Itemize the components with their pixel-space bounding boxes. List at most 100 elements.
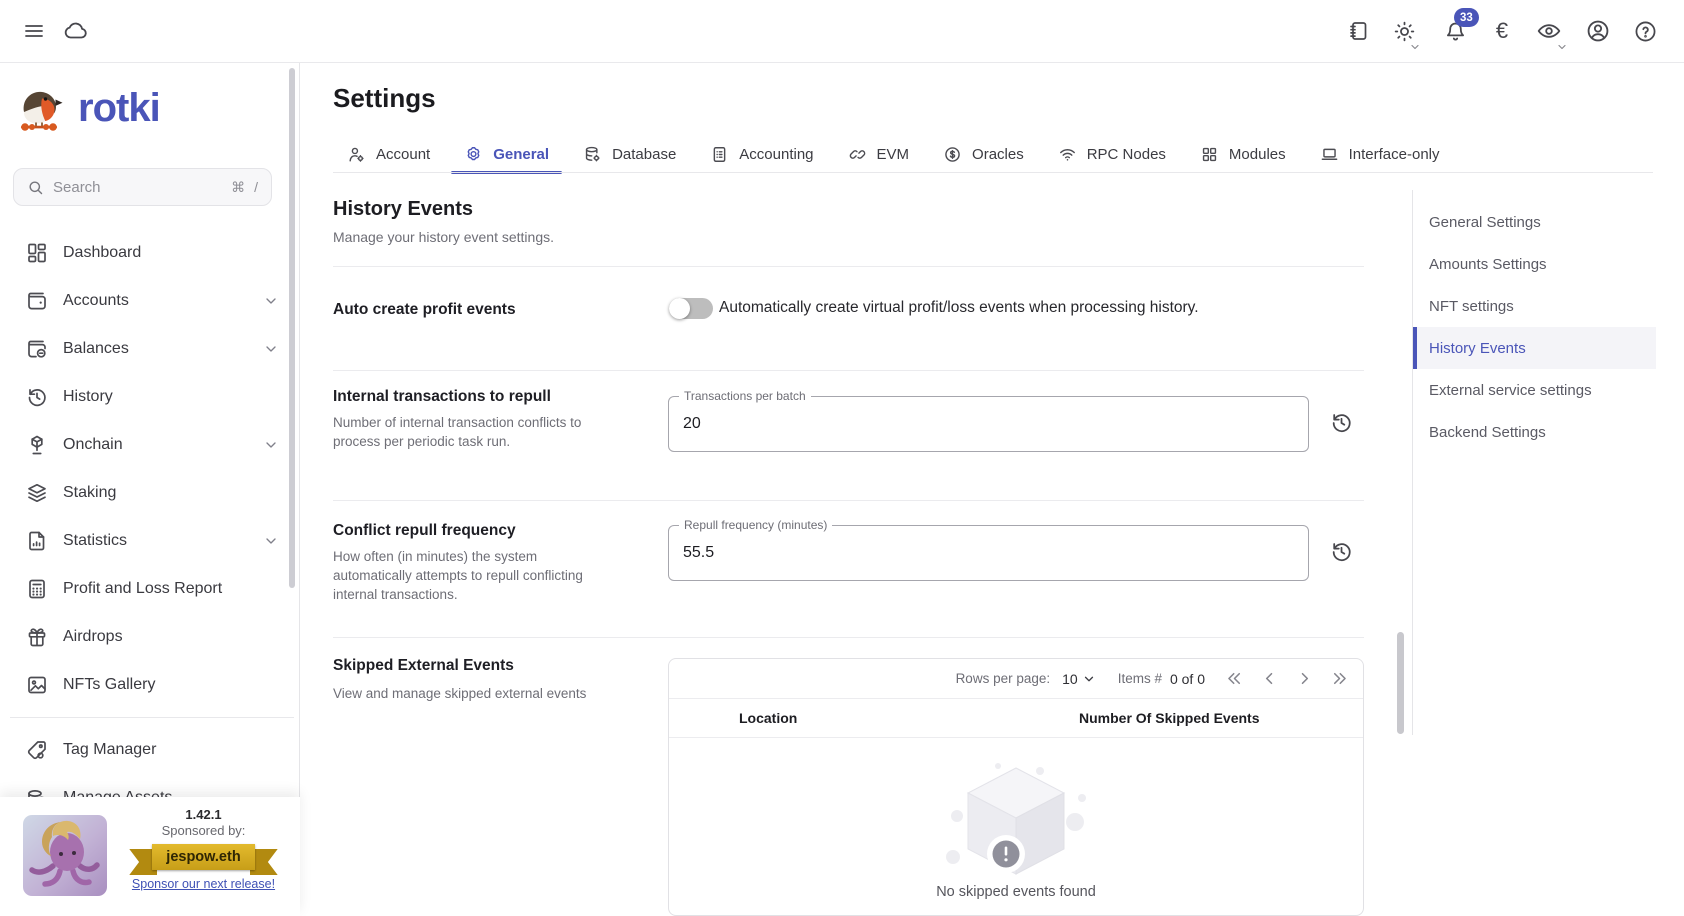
reset-repull-frequency-button[interactable] [1326, 536, 1356, 566]
search-box[interactable]: ⌘ / [13, 168, 272, 206]
sponsor-link[interactable]: Sponsor our next release! [107, 877, 300, 891]
skipped-events-label: Skipped External Events [333, 656, 623, 676]
settings-nav-backend[interactable]: Backend Settings [1413, 411, 1656, 453]
empty-box-icon [941, 758, 1091, 880]
sidebar-item-airdrops[interactable]: Airdrops [0, 613, 299, 661]
table-pagination: Rows per page: 10 Items # 0 of 0 [669, 659, 1363, 699]
sidebar-item-statistics[interactable]: Statistics [0, 517, 299, 565]
reset-history-icon [1329, 539, 1354, 564]
account-menu-button[interactable] [1584, 17, 1612, 45]
repull-frequency-label: Conflict repull frequency [333, 521, 623, 541]
settings-nav-nft[interactable]: NFT settings [1413, 285, 1656, 327]
tab-interface-only[interactable]: Interface-only [1303, 136, 1457, 172]
tab-account[interactable]: Account [330, 136, 447, 172]
tab-accounting[interactable]: Accounting [693, 136, 830, 172]
tab-oracles[interactable]: Oracles [926, 136, 1041, 172]
transactions-per-batch-field: Transactions per batch [668, 396, 1309, 452]
app-version: 1.42.1 [107, 807, 300, 822]
settings-nav-general[interactable]: General Settings [1413, 201, 1656, 243]
reset-transactions-per-batch-button[interactable] [1326, 407, 1356, 437]
auto-create-profit-events-label: Auto create profit events [333, 300, 623, 320]
notebook-icon [1346, 19, 1370, 43]
table-empty-state: No skipped events found [669, 758, 1363, 916]
tab-general[interactable]: General [447, 136, 566, 172]
sidebar-item-onchain[interactable]: Onchain [0, 421, 299, 469]
shortcut-cmd-key: ⌘ [231, 179, 245, 196]
rotki-bird-logo-icon [16, 85, 66, 131]
wallet-icon [25, 289, 49, 313]
sidebar-item-nfts-gallery[interactable]: NFTs Gallery [0, 661, 299, 709]
sidebar-item-label: Statistics [63, 532, 249, 550]
sponsored-by-label: Sponsored by: [107, 823, 300, 838]
tag-icon [25, 738, 49, 762]
rows-per-page-select[interactable]: 10 [1062, 671, 1096, 687]
tab-label: Database [612, 146, 676, 163]
empty-state-text: No skipped events found [669, 884, 1363, 900]
hamburger-icon [22, 19, 46, 43]
tab-database[interactable]: Database [566, 136, 693, 172]
column-header-location: Location [669, 710, 1079, 726]
layers-icon [25, 481, 49, 505]
previous-page-button[interactable] [1260, 669, 1279, 688]
tab-modules[interactable]: Modules [1183, 136, 1303, 172]
chevron-down-icon [263, 533, 279, 549]
hamburger-menu-button[interactable] [20, 17, 48, 45]
tab-label: Interface-only [1349, 146, 1440, 163]
repull-frequency-field: Repull frequency (minutes) [668, 525, 1309, 581]
sidebar: rotki ⌘ / Dashboard Accounts Balances [0, 63, 300, 916]
content-scrollbar[interactable] [1397, 632, 1404, 734]
calendar-notebook-button[interactable] [1344, 17, 1372, 45]
transactions-per-batch-input[interactable] [669, 397, 1308, 451]
dashboard-icon [25, 241, 49, 265]
sidebar-item-dashboard[interactable]: Dashboard [0, 229, 299, 277]
sidebar-item-label: Dashboard [63, 244, 279, 262]
sidebar-item-balances[interactable]: Balances [0, 325, 299, 373]
skipped-events-description: View and manage skipped external events [333, 684, 611, 703]
sidebar-item-tag-manager[interactable]: Tag Manager [0, 726, 299, 774]
sidebar-divider [10, 717, 294, 718]
search-input[interactable] [53, 179, 222, 196]
tab-label: Account [376, 146, 430, 163]
sponsor-panel: 1.42.1 Sponsored by: jespow.eth Sponsor … [0, 797, 300, 916]
settings-nav-amounts[interactable]: Amounts Settings [1413, 243, 1656, 285]
settings-nav-history-events[interactable]: History Events [1413, 327, 1656, 369]
sidebar-item-label: Balances [63, 340, 249, 358]
currency-button[interactable]: € [1488, 17, 1516, 45]
table-header-row: Location Number Of Skipped Events [669, 699, 1363, 738]
sidebar-item-label: Airdrops [63, 628, 279, 646]
tab-rpc-nodes[interactable]: RPC Nodes [1041, 136, 1183, 172]
first-page-button[interactable] [1225, 669, 1244, 688]
next-page-button[interactable] [1295, 669, 1314, 688]
rows-per-page-value: 10 [1062, 671, 1078, 687]
cloud-sync-button[interactable] [62, 17, 90, 45]
main-content: Settings Account General Database Accoun… [300, 63, 1684, 916]
sidebar-item-pnl-report[interactable]: Profit and Loss Report [0, 565, 299, 613]
sidebar-item-history[interactable]: History [0, 373, 299, 421]
last-page-button[interactable] [1330, 669, 1349, 688]
cloud-icon [63, 18, 89, 44]
repull-frequency-input[interactable] [669, 526, 1308, 580]
database-gear-icon [583, 145, 602, 164]
sidebar-item-label: NFTs Gallery [63, 676, 279, 694]
settings-nav-external-services[interactable]: External service settings [1413, 369, 1656, 411]
image-icon [25, 673, 49, 697]
sponsor-ribbon: jespow.eth [152, 844, 254, 870]
sidebar-item-label: History [63, 388, 279, 406]
sidebar-item-label: Profit and Loss Report [63, 580, 279, 598]
chevron-down-icon [263, 293, 279, 309]
help-button[interactable] [1631, 17, 1659, 45]
tab-evm[interactable]: EVM [831, 136, 927, 172]
sidebar-scrollbar[interactable] [289, 68, 295, 588]
history-clock-icon [25, 385, 49, 409]
wallet-coin-icon [25, 337, 49, 361]
grid-icon [1200, 145, 1219, 164]
internal-tx-label: Internal transactions to repull [333, 387, 623, 407]
auto-create-toggle[interactable] [669, 298, 713, 319]
theme-dropdown-chevron-icon[interactable] [1409, 41, 1421, 53]
sidebar-item-accounts[interactable]: Accounts [0, 277, 299, 325]
account-circle-icon [1585, 18, 1611, 44]
sidebar-item-staking[interactable]: Staking [0, 469, 299, 517]
cog-icon [464, 145, 483, 164]
privacy-dropdown-chevron-icon[interactable] [1556, 41, 1568, 53]
calculator-icon [25, 577, 49, 601]
